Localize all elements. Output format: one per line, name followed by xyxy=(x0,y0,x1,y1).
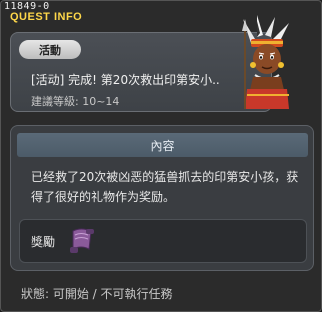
scroll-icon[interactable] xyxy=(67,225,97,257)
quest-info-window: 11849-0 QUEST INFO 活動 [活动] 完成! 第20次救出印第安… xyxy=(0,0,322,312)
reward-panel xyxy=(19,219,307,263)
quest-level: 建議等級: 10~14 xyxy=(31,95,120,108)
window-title: QUEST INFO xyxy=(10,11,83,23)
content-header: 內容 xyxy=(17,133,308,157)
quest-description: 已经救了20次被凶恶的猛兽抓去的印第安小孩，获得了很好的礼物作为奖励。 xyxy=(31,170,299,204)
reward-label: 獎勵 xyxy=(31,235,56,249)
npc-portrait-icon xyxy=(242,15,289,109)
quest-category-badge: 活動 xyxy=(19,40,81,59)
quest-status: 狀態: 可開始 / 不可執行任務 xyxy=(21,287,173,301)
quest-name: [活动] 完成! 第20次救出印第安小.. xyxy=(31,73,220,87)
